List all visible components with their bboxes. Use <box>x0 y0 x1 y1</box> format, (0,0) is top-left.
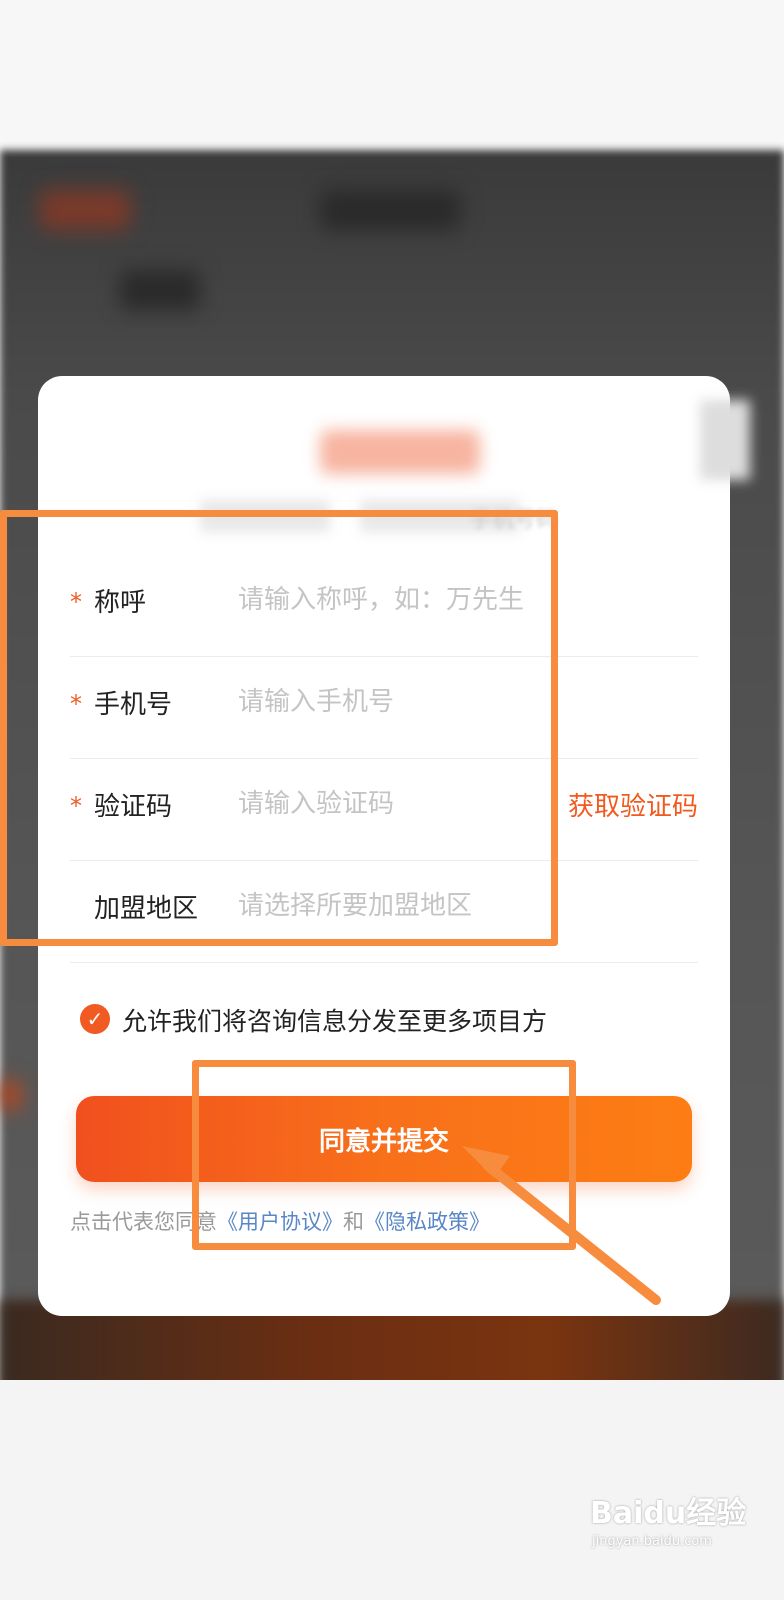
watermark-logo: Baidu经验 <box>590 1496 747 1531</box>
annotation-arrow-icon <box>462 1146 661 1305</box>
watermark-url: jingyan.baidu.com <box>592 1534 712 1549</box>
